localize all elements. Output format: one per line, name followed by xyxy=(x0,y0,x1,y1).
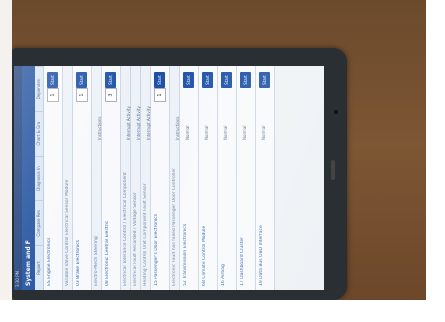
module-status: Normal xyxy=(242,125,247,140)
module-label: ES Engine Electronics xyxy=(47,237,52,286)
module-row[interactable]: 17 Dashboard Cluster Normal Start xyxy=(237,66,256,290)
status-bar: 3:30 PM xyxy=(14,66,22,290)
fault-count-badge: 1 xyxy=(76,88,88,102)
module-detail-row: Electronic Fault has failed Passenger Do… xyxy=(170,66,180,290)
photo-scene: 3:30 PM System and F Report Compare Res … xyxy=(0,0,445,322)
start-button[interactable]: Start xyxy=(202,72,213,88)
start-button[interactable]: Start xyxy=(154,72,165,88)
module-status: Normal xyxy=(204,125,209,140)
module-row[interactable]: 6B Climate Control Module Normal Start xyxy=(199,66,218,290)
module-detail-row: Electrical Fault Recorded / Voltage Sens… xyxy=(131,66,141,290)
module-detail-row: Heating Control Unit Component Fault Sen… xyxy=(141,66,151,290)
tab-diagnosis-info[interactable]: Diagnosis In xyxy=(35,155,43,201)
module-row[interactable]: ES Engine Electronics1›Start xyxy=(44,66,63,290)
module-detail-row: Variable Valve Control Electrical Sensor… xyxy=(63,66,73,290)
app-title-bar: System and F xyxy=(22,66,35,290)
module-row[interactable]: 15 Passenger's Door Electronics1›Start xyxy=(151,66,170,290)
tab-bar: Report Compare Res Diagnosis In Chart & … xyxy=(35,66,44,290)
image-border-left xyxy=(0,0,12,300)
start-button[interactable]: Start xyxy=(76,72,87,88)
module-label: Electrical Tolerance Control / Electrica… xyxy=(123,172,128,286)
module-list: ES Engine Electronics1›StartVariable Val… xyxy=(44,66,275,290)
module-status: Normal xyxy=(223,125,228,140)
tab-dependencies[interactable]: Dependen xyxy=(35,66,43,111)
module-label: 52 Transmission Electronics xyxy=(183,223,188,286)
rotated-app-ui: 3:30 PM System and F Report Compare Res … xyxy=(14,66,324,290)
tab-report[interactable]: Report xyxy=(35,245,43,290)
module-row[interactable]: 52 Transmission Electronics Normal Start xyxy=(180,66,199,290)
image-border-bottom xyxy=(0,300,445,322)
module-label: 16 Airbag xyxy=(221,264,226,286)
module-label: Variable Valve Control Electrical Sensor… xyxy=(65,179,70,286)
fault-count-badge: 1 xyxy=(47,88,59,102)
module-status: Normal xyxy=(261,125,266,140)
module-label: 6B Climate Control Module xyxy=(202,225,207,286)
module-row[interactable]: 16 Airbag Normal Start xyxy=(218,66,237,290)
module-label: 15 Passenger's Door Electronics xyxy=(154,214,159,286)
tablet-side-button xyxy=(331,160,335,180)
module-label: Electronic Fault has failed Passenger Do… xyxy=(172,168,177,286)
fault-count-badge: 3 xyxy=(105,88,117,102)
start-button[interactable]: Start xyxy=(259,72,270,88)
module-row[interactable]: 08 Electronic Central Electric3›Start xyxy=(102,66,121,290)
start-button[interactable]: Start xyxy=(240,72,251,88)
module-label: Electro-Mech Steering xyxy=(94,236,99,286)
start-button[interactable]: Start xyxy=(47,72,58,88)
module-label: Electrical Fault Recorded / Voltage Sens… xyxy=(133,192,138,286)
module-label: 08 Electronic Central Electric xyxy=(105,220,110,286)
tab-compare-results[interactable]: Compare Res xyxy=(35,200,43,246)
module-label: Heating Control Unit Component Fault Sen… xyxy=(143,183,148,286)
start-button[interactable]: Start xyxy=(105,72,116,88)
start-button[interactable]: Start xyxy=(183,72,194,88)
tablet-camera xyxy=(334,110,338,114)
image-border-right xyxy=(426,0,445,322)
module-label: 17 Dashboard Cluster xyxy=(240,237,245,286)
module-detail-row: Electro-Mech Steering Instructions xyxy=(92,66,102,290)
module-row[interactable]: 03 Brake Electronics1›Start xyxy=(73,66,92,290)
fault-count-badge: 1 xyxy=(154,88,166,102)
module-row[interactable]: 19 Data Bus OBD Interface Normal Start xyxy=(256,66,275,290)
app-title: System and F xyxy=(25,240,32,286)
module-label: 19 Data Bus OBD Interface xyxy=(259,225,264,286)
tab-chart-graph[interactable]: Chart & Gra xyxy=(35,110,43,156)
module-status: Normal xyxy=(185,125,190,140)
tablet-screen: 3:30 PM System and F Report Compare Res … xyxy=(14,66,324,290)
module-label: 03 Brake Electronics xyxy=(76,239,81,286)
module-detail-row: Electrical Tolerance Control / Electrica… xyxy=(121,66,131,290)
start-button[interactable]: Start xyxy=(221,72,232,88)
